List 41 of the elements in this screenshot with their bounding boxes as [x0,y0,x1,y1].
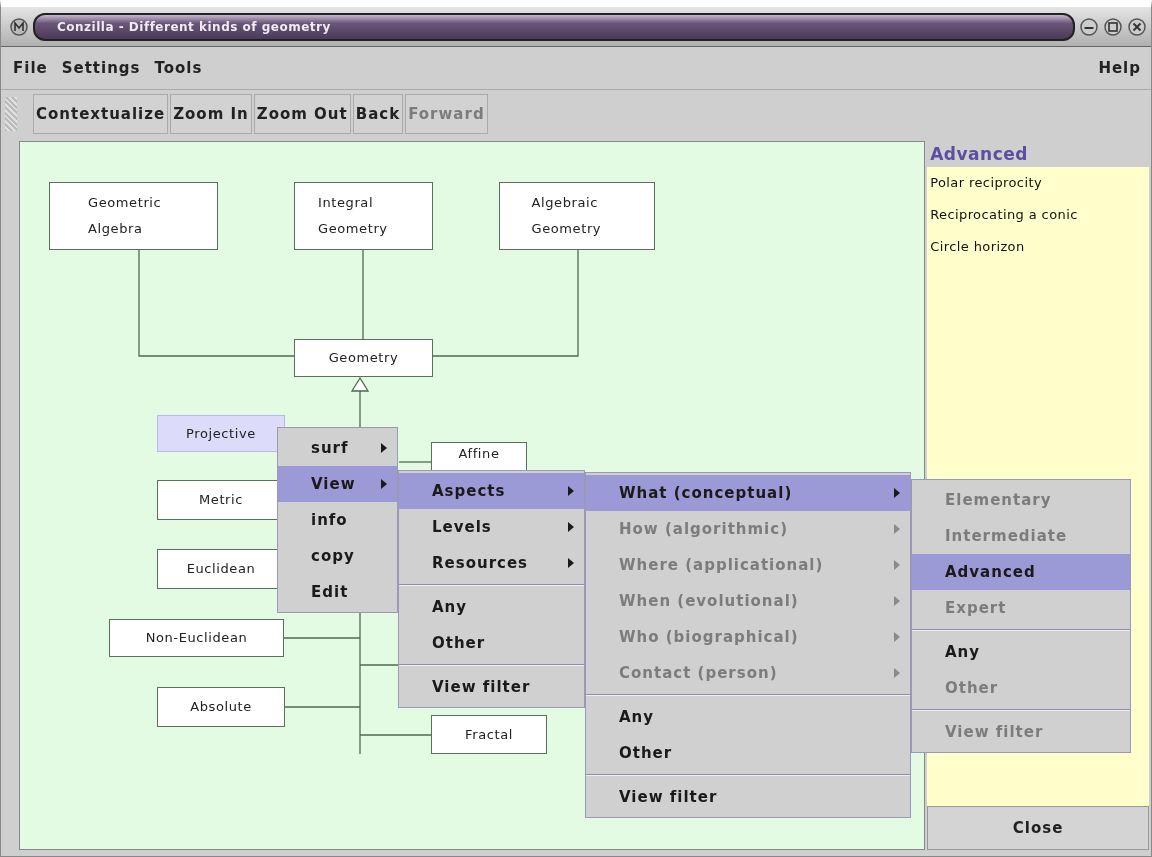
menu-item[interactable]: Tools [154,59,203,77]
window-menu-icon[interactable] [9,16,29,37]
menu-item[interactable]: Other [586,735,910,771]
concept-node[interactable]: Algebraic Geometry [499,182,655,250]
list-item[interactable]: Reciprocating a conic [930,203,1146,235]
menu-item[interactable]: Other [399,625,584,661]
menu-item[interactable]: View [278,466,397,502]
concept-node[interactable]: Absolute [157,687,285,727]
minimize-icon[interactable] [1079,16,1099,37]
menu-item[interactable]: Settings [61,59,141,77]
menu-item[interactable]: Any [399,589,584,625]
menu-item[interactable]: What (conceptual) [586,475,910,511]
toolbar-button[interactable]: Back [352,94,404,134]
menu-item[interactable]: Help [1098,59,1141,77]
concept-node[interactable]: Projective [157,415,285,452]
menu-item[interactable]: Any [912,634,1130,670]
menu-item[interactable]: Any [586,699,910,735]
panel-heading: Advanced [929,143,1029,166]
menu-item[interactable]: File [13,59,48,77]
concept-node[interactable]: Non-Euclidean [109,619,284,657]
menu-item[interactable]: Aspects [399,473,584,509]
menu-item[interactable]: Levels [399,509,584,545]
toolbar-button[interactable]: Zoom Out [253,94,351,134]
toolbar-button[interactable]: Contextualize [33,94,169,134]
menu-item[interactable]: Resources [399,545,584,581]
concept-node[interactable]: Fractal [431,715,547,754]
window-title: Conzilla - Different kinds of geometry [57,19,331,34]
menu-item[interactable]: View filter [586,779,910,815]
connector-line [359,664,400,666]
maximize-icon[interactable] [1103,16,1123,37]
menu-item[interactable]: View filter [399,669,584,705]
close-button[interactable]: Close [927,806,1149,850]
list-item[interactable]: Circle horizon [930,235,1146,267]
concept-node[interactable]: Integral Geometry [294,182,433,250]
toolbar-grip[interactable] [5,97,17,131]
connector-line [398,461,432,463]
close-icon[interactable] [1127,16,1147,37]
list-item[interactable]: Polar reciprocity [930,171,1146,203]
toolbar-button[interactable]: Zoom In [170,94,252,134]
concept-node[interactable]: Geometric Algebra [49,182,218,250]
menu-item[interactable]: Advanced [912,554,1130,590]
